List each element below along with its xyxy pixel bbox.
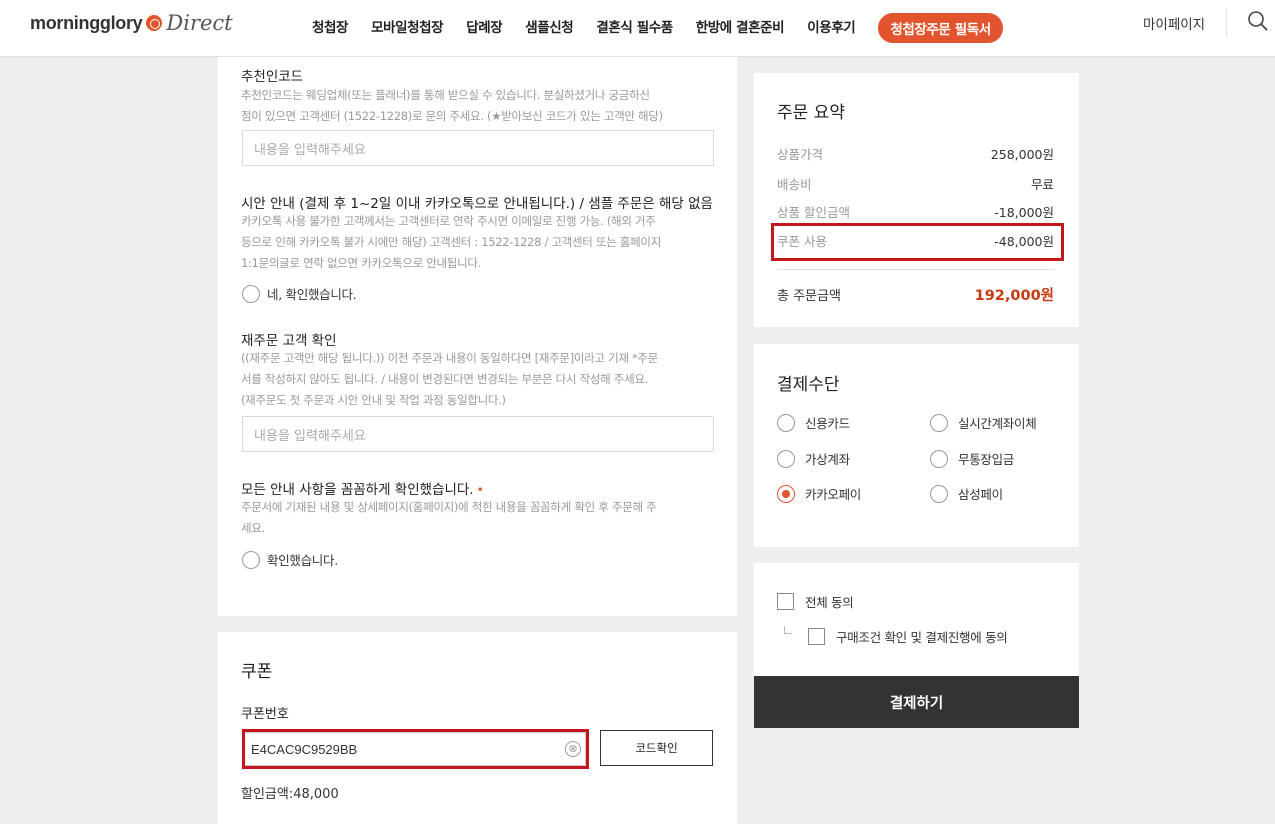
logo-flower-icon [146,15,163,31]
agree-all-label: 전체 동의 [805,595,854,610]
summary-value: -18,000원 [994,205,1054,220]
discount-amount: 할인금액:48,000 [241,783,339,802]
referral-title: 추천인코드 [241,69,304,85]
summary-label: 배송비 [777,177,812,192]
order-summary-panel: 주문 요약 상품가격 258,000원 배송비 무료 상품 할인금액 -18,0… [754,73,1079,327]
payment-option-label: 삼성페이 [958,487,1003,502]
radio-button[interactable] [242,550,260,569]
draft-confirm-label: 네, 확인했습니다. [267,287,357,302]
reorder-desc: ((재주문 고객만 해당 됩니다.)) 이전 주문과 내용이 동일하다면 [재주… [241,348,658,411]
checkbox[interactable] [808,628,825,645]
draft-desc-line: 1:1문의글로 연락 없으면 카카오톡으로 안내됩니다. [241,256,481,270]
search-icon[interactable] [1246,9,1270,33]
payment-option-kakaopay[interactable]: 카카오페이 [777,484,861,503]
reorder-title: 재주문 고객 확인 [241,333,337,349]
checkbox[interactable] [777,593,794,610]
agree-purchase-label: 구매조건 확인 및 결제진행에 동의 [836,630,1008,645]
payment-option-label: 신용카드 [805,416,850,431]
coupon-input-highlight [242,729,589,769]
coupon-panel: 쿠폰 쿠폰번호 E4CAC9C9529BB ⊗ 코드확인 할인금액:48,000 [218,632,737,824]
draft-confirm-radio[interactable]: 네, 확인했습니다. [242,284,357,303]
mypage-link[interactable]: 마이페이지 [1143,13,1205,33]
referral-desc: 추천인코드는 웨딩업체(또는 플래너)를 통해 받으실 수 있습니다. 분실하셨… [241,85,663,127]
referral-desc-line: 점이 있으면 고객센터 (1522-1228)로 문의 주세요. (★받아보신 … [241,109,663,123]
payment-title: 결제수단 [777,375,840,395]
top-header: morningglory Direct 청첩장 모바일청첩장 답례장 샘플신청 … [0,0,1275,57]
logo-script: Direct [166,11,233,35]
total-label: 총 주문금액 [777,289,841,304]
payment-option-realtime-transfer[interactable]: 실시간계좌이체 [930,413,1037,432]
summary-row-shipping: 배송비 무료 [777,174,1054,193]
code-confirm-button[interactable]: 코드확인 [600,730,713,766]
nav-item-wedding-essentials[interactable]: 결혼식 필수품 [596,18,673,38]
summary-value: 258,000원 [990,147,1054,162]
confirm-all-title: 모든 안내 사항을 꼼꼼하게 확인했습니다. • [241,478,484,498]
order-form-panel: 추천인코드 추천인코드는 웨딩업체(또는 플래너)를 통해 받으실 수 있습니다… [218,57,737,616]
agree-all-checkbox[interactable]: 전체 동의 [777,592,854,611]
nav-item-wedding-prep[interactable]: 한방에 결혼준비 [696,18,785,38]
radio-button[interactable] [930,484,948,503]
discount-label: 할인금액: [241,787,294,802]
draft-desc-line: 카카오톡 사용 불가한 고객께서는 고객센터로 연락 주시면 이메일로 진행 가… [241,214,656,228]
agreement-panel: 전체 동의 구매조건 확인 및 결제진행에 동의 [754,563,1079,676]
header-divider [1226,8,1227,36]
payment-option-label: 가상계좌 [805,452,850,467]
payment-option-label: 실시간계좌이체 [958,416,1037,431]
payment-option-virtual-account[interactable]: 가상계좌 [777,449,850,468]
reorder-desc-line: 서를 작성하지 않아도 됩니다. / 내용이 변경된다면 변경되는 부분은 다시… [241,372,648,386]
confirm-all-label: 확인했습니다. [267,553,338,568]
draft-info-title: 시안 안내 (결제 후 1~2일 이내 카카오톡으로 안내됩니다.) / 샘플 … [241,196,713,212]
summary-row-discount: 상품 할인금액 -18,000원 [777,202,1054,221]
total-value: 192,000원 [974,288,1054,304]
coupon-number-label: 쿠폰번호 [241,707,289,722]
payment-option-label: 무통장입금 [958,452,1015,467]
logo-text: morningglory [30,12,143,33]
payment-option-samsungpay[interactable]: 삼성페이 [930,484,1003,503]
confirm-all-radio[interactable]: 확인했습니다. [242,550,338,569]
main-nav: 청첩장 모바일청첩장 답례장 샘플신청 결혼식 필수품 한방에 결혼준비 이용후… [312,13,1003,43]
agree-purchase-checkbox[interactable]: 구매조건 확인 및 결제진행에 동의 [808,627,1008,646]
summary-total: 총 주문금액 192,000원 [777,284,1054,305]
summary-value: 무료 [1030,177,1054,192]
radio-button[interactable] [930,449,948,468]
payment-method-panel: 결제수단 신용카드 실시간계좌이체 가상계좌 무통장입금 카카오페이 삼성페이 [754,344,1079,547]
radio-button[interactable] [777,449,795,468]
logo[interactable]: morningglory Direct [30,8,233,38]
confirm-desc-line: 세요. [241,521,265,535]
payment-option-credit-card[interactable]: 신용카드 [777,413,850,432]
summary-label: 상품가격 [777,147,824,162]
coupon-row-highlight [771,223,1064,261]
confirm-all-desc: 주문서에 기재된 내용 및 상세페이지(홈페이지)에 적힌 내용을 꼼꼼하게 확… [241,497,657,539]
sub-item-indent-icon [784,626,792,634]
nav-item-invitation[interactable]: 청첩장 [312,18,348,38]
draft-info-desc: 카카오톡 사용 불가한 고객께서는 고객센터로 연락 주시면 이메일로 진행 가… [241,211,661,274]
summary-row-price: 상품가격 258,000원 [777,144,1054,163]
draft-desc-line: 등으로 인해 카카오톡 불가 시에만 해당) 고객센터 : 1522-1228 … [241,235,661,249]
payment-option-label: 카카오페이 [805,487,862,502]
reorder-input[interactable]: 내용을 입력해주세요 [242,416,714,452]
discount-value: 48,000 [293,787,339,802]
confirm-desc-line: 주문서에 기재된 내용 및 상세페이지(홈페이지)에 적힌 내용을 꼼꼼하게 확… [241,500,657,514]
pay-button[interactable]: 결제하기 [754,676,1079,728]
nav-item-thank-you-card[interactable]: 답례장 [466,18,502,38]
payment-option-bank-deposit[interactable]: 무통장입금 [930,449,1014,468]
summary-divider [777,269,1054,270]
reorder-desc-line: (재주문도 첫 주문과 시안 안내 및 작업 과정 동일합니다.) [241,393,506,407]
summary-label: 상품 할인금액 [777,205,850,220]
referral-code-input[interactable]: 내용을 입력해주세요 [242,130,714,166]
reorder-desc-line: ((재주문 고객만 해당 됩니다.)) 이전 주문과 내용이 동일하다면 [재주… [241,351,658,365]
radio-button[interactable] [777,413,795,432]
radio-button-selected[interactable] [777,484,795,503]
summary-title: 주문 요약 [777,103,845,123]
referral-desc-line: 추천인코드는 웨딩업체(또는 플래너)를 통해 받으실 수 있습니다. 분실하셨… [241,88,650,102]
nav-item-mobile-invitation[interactable]: 모바일청첩장 [371,18,444,38]
nav-item-sample-request[interactable]: 샘플신청 [525,18,573,38]
required-mark: • [476,483,484,497]
nav-item-reviews[interactable]: 이용후기 [807,18,855,38]
confirm-all-title-text: 모든 안내 사항을 꼼꼼하게 확인했습니다. [241,482,474,498]
coupon-title: 쿠폰 [241,662,273,682]
order-guide-button[interactable]: 청첩장주문 필독서 [878,13,1003,43]
radio-button[interactable] [930,413,948,432]
radio-button[interactable] [242,284,260,303]
